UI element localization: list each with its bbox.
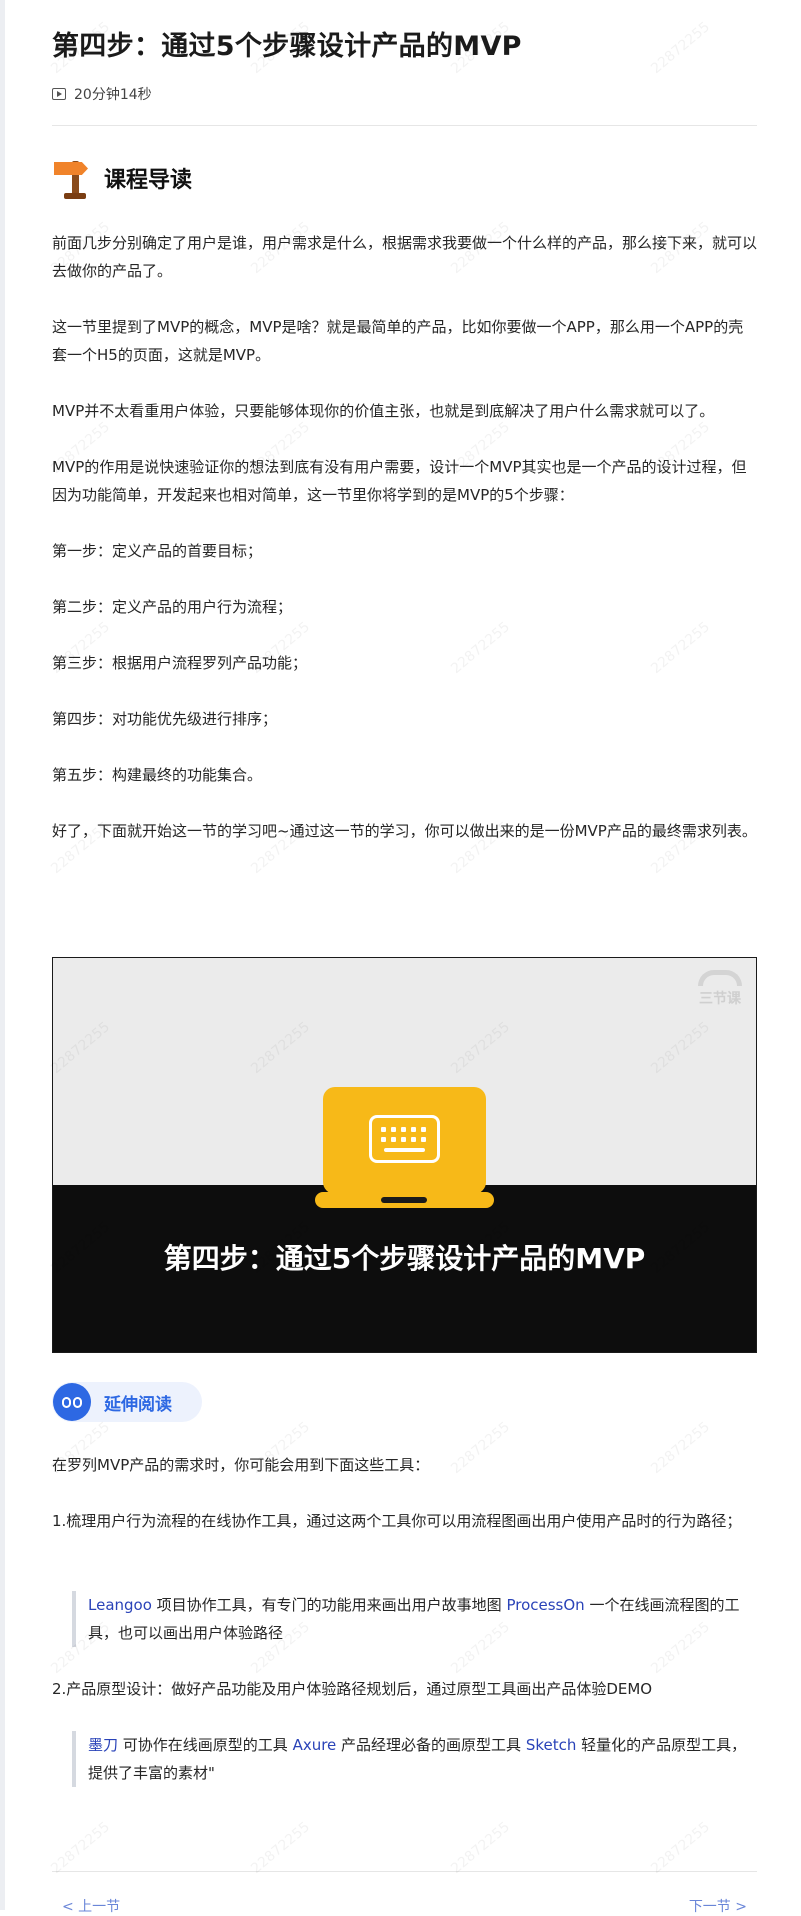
course-guide-heading: 课程导读 — [104, 168, 193, 193]
laptop-icon — [323, 1087, 486, 1194]
duration-info: 20分钟14秒 — [52, 84, 152, 104]
watermark-text: 22872255 — [48, 1818, 114, 1878]
sketch-link[interactable]: Sketch — [526, 1736, 577, 1754]
modao-description: 可协作在线画原型的工具 — [118, 1736, 293, 1754]
brand-logo: 三节课 — [698, 970, 742, 1008]
video-title: 第四步：通过5个步骤设计产品的MVP — [163, 1242, 646, 1275]
guide-paragraph: 前面几步分别确定了用户是谁，用户需求是什么，根据需求我要做一个什么样的产品，那么… — [52, 234, 758, 280]
left-rail — [0, 0, 5, 1910]
next-lesson-link[interactable]: 下一节 > — [689, 1896, 747, 1916]
leangoo-description: 项目协作工具，有专门的功能用来画出用户故事地图 — [151, 1596, 507, 1614]
watermark-text: 22872255 — [648, 1818, 714, 1878]
watermark-text: 22872255 — [448, 1818, 514, 1878]
title-divider — [52, 125, 757, 126]
lesson-title: 第四步：通过5个步骤设计产品的MVP — [52, 31, 522, 62]
extended-reading-label: 延伸阅读 — [104, 1394, 172, 1415]
brand-logo-text: 三节课 — [699, 991, 741, 1007]
leangoo-link[interactable]: Leangoo — [88, 1596, 152, 1614]
step-item: 第四步：对功能优先级进行排序； — [52, 710, 278, 728]
guide-paragraph: MVP的作用是说快速验证你的想法到底有没有用户需要，设计一个MVP其实也是一个产… — [52, 458, 747, 504]
tool-category-2: 2.产品原型设计：做好产品功能及用户体验路径规划后，通过原型工具画出产品体验DE… — [52, 1680, 653, 1698]
video-player[interactable]: 三节课 第四步：通过5个步骤设计产品的MVP — [52, 957, 757, 1353]
axure-link[interactable]: Axure — [293, 1736, 337, 1754]
footer-divider — [52, 1871, 757, 1872]
duration-text: 20分钟14秒 — [74, 87, 152, 103]
axure-description: 产品经理必备的画原型工具 — [336, 1736, 526, 1754]
step-item: 第一步：定义产品的首要目标； — [52, 542, 263, 560]
modao-link[interactable]: 墨刀 — [88, 1736, 118, 1754]
signpost-icon — [52, 155, 98, 201]
prev-lesson-link[interactable]: < 上一节 — [62, 1896, 120, 1916]
tools-quote-1: Leangoo 项目协作工具，有专门的功能用来画出用户故事地图 ProcessO… — [72, 1591, 757, 1647]
binoculars-icon — [53, 1383, 91, 1421]
processon-link[interactable]: ProcessOn — [506, 1596, 584, 1614]
step-item: 第三步：根据用户流程罗列产品功能； — [52, 654, 308, 672]
laptop-base — [315, 1192, 494, 1208]
guide-paragraph: 这一节里提到了MVP的概念，MVP是啥？就是最简单的产品，比如你要做一个APP，… — [52, 318, 744, 364]
watermark-text: 22872255 — [648, 18, 714, 78]
guide-paragraph: 好了，下面就开始这一节的学习吧~通过这一节的学习，你可以做出来的是一份MVP产品… — [52, 822, 757, 840]
step-item: 第五步：构建最终的功能集合。 — [52, 766, 263, 784]
course-guide-header: 课程导读 — [52, 155, 192, 201]
step-item: 第二步：定义产品的用户行为流程； — [52, 598, 293, 616]
extended-intro: 在罗列MVP产品的需求时，你可能会用到下面这些工具： — [52, 1456, 430, 1474]
watermark-text: 22872255 — [248, 1818, 314, 1878]
video-icon — [52, 88, 66, 100]
guide-paragraph: MVP并不太看重用户体验，只要能够体现你的价值主张，也就是到底解决了用户什么需求… — [52, 402, 715, 420]
tools-quote-2: 墨刀 可协作在线画原型的工具 Axure 产品经理必备的画原型工具 Sketch… — [72, 1731, 757, 1787]
extended-reading-badge: 延伸阅读 — [52, 1382, 202, 1422]
tool-category-1: 1.梳理用户行为流程的在线协作工具，通过这两个工具你可以用流程图画出用户使用产品… — [52, 1512, 742, 1530]
keyboard-icon — [369, 1115, 440, 1163]
